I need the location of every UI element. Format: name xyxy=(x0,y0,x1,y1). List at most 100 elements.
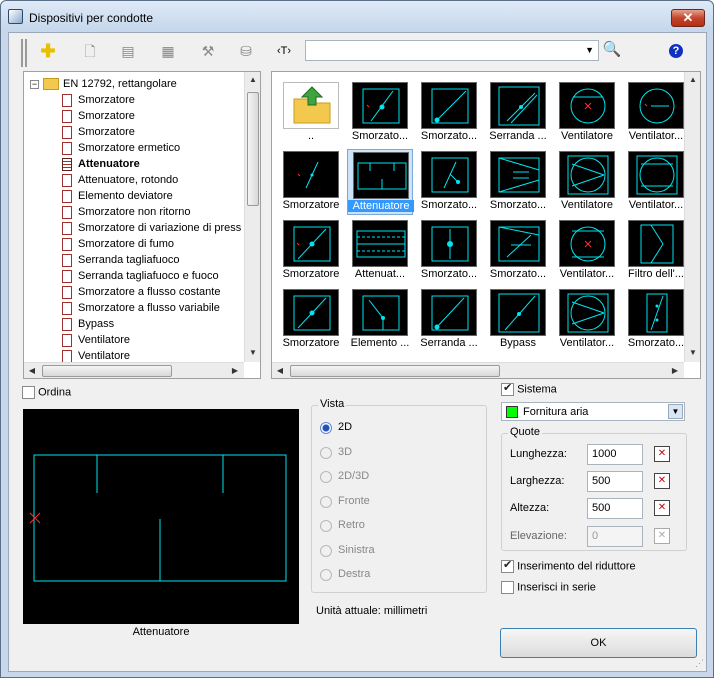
tree-root[interactable]: − EN 12792, rettangolare xyxy=(30,76,177,92)
symbol-cell[interactable]: Serranda ... xyxy=(485,80,551,146)
ok-button[interactable]: OK xyxy=(500,628,697,658)
symbol-cell[interactable]: Ventilator... xyxy=(554,218,620,284)
scroll-right-icon[interactable]: ▶ xyxy=(227,363,243,378)
scroll-up-icon[interactable]: ▲ xyxy=(685,72,700,88)
quote-field-input[interactable]: 500 xyxy=(587,471,643,492)
scroll-down-icon[interactable]: ▼ xyxy=(245,345,260,361)
symbol-cell[interactable]: Smorzato... xyxy=(347,80,413,146)
toolbar-grip[interactable] xyxy=(21,39,27,67)
symbol-cell[interactable]: Ventilator... xyxy=(554,287,620,353)
tree-item[interactable]: Smorzatore xyxy=(62,108,135,124)
scroll-right-icon[interactable]: ▶ xyxy=(667,363,683,378)
tree-horizontal-scrollbar[interactable]: ◀ ▶ xyxy=(24,362,244,378)
quote-field-input[interactable]: 500 xyxy=(587,498,643,519)
inserimento-checkbox[interactable]: Inserimento del riduttore xyxy=(501,558,636,573)
grid-horizontal-scrollbar[interactable]: ◀ ▶ xyxy=(272,362,684,378)
tree-item[interactable]: Serranda tagliafuoco e fuoco xyxy=(62,268,219,284)
symbol-cell[interactable]: Smorzato... xyxy=(416,218,482,284)
text-tool-icon[interactable]: ‹T› xyxy=(273,40,295,62)
symbol-cell[interactable]: Smorzatore xyxy=(278,149,344,215)
vista-radio[interactable] xyxy=(320,520,332,532)
tools-icon[interactable]: ⚒ xyxy=(197,40,219,62)
tree-item[interactable]: Bypass xyxy=(62,316,114,332)
symbol-cell[interactable]: Bypass xyxy=(485,287,551,353)
scroll-down-icon[interactable]: ▼ xyxy=(685,345,700,361)
vista-radio[interactable] xyxy=(320,422,332,434)
symbol-cell[interactable]: Smorzato... xyxy=(416,80,482,146)
help-icon[interactable]: ? xyxy=(669,44,683,58)
symbol-cell[interactable]: Filtro dell'... xyxy=(623,218,689,284)
pick-from-drawing-icon[interactable]: ✕ xyxy=(654,446,670,462)
ordina-checkbox[interactable]: Ordina xyxy=(22,386,71,399)
tree-item[interactable]: Ventilatore xyxy=(62,332,130,348)
list-icon[interactable]: ▦ xyxy=(157,40,179,62)
symbol-cell[interactable]: Smorzato... xyxy=(485,218,551,284)
scroll-thumb[interactable] xyxy=(42,365,172,377)
sistema-select[interactable]: Fornitura aria ▼ xyxy=(501,402,685,421)
preview-canvas xyxy=(23,409,299,624)
sistema-checkbox[interactable]: Sistema xyxy=(501,381,557,396)
vista-radio[interactable] xyxy=(320,495,332,508)
title-bar[interactable]: Dispositivi per condotte ✕ xyxy=(1,1,713,31)
quote-field-input[interactable]: 1000 xyxy=(587,444,643,465)
symbol-cell[interactable]: Smorzato... xyxy=(416,149,482,215)
tree-item-label: Smorzatore xyxy=(78,126,135,138)
new-document-icon[interactable]: 🗋 xyxy=(79,40,101,62)
symbol-cell[interactable]: Ventilator... xyxy=(623,80,689,146)
tree-item[interactable]: Smorzatore xyxy=(62,92,135,108)
chevron-down-icon[interactable]: ▼ xyxy=(585,45,594,55)
vista-radio[interactable] xyxy=(320,544,332,557)
tree-item[interactable]: Smorzatore di variazione di press xyxy=(62,220,241,236)
tree-item[interactable]: Smorzatore ermetico xyxy=(62,140,180,156)
symbol-cell[interactable]: Smorzato... xyxy=(485,149,551,215)
tree-item[interactable]: Attenuatore xyxy=(62,156,140,172)
scroll-left-icon[interactable]: ◀ xyxy=(24,363,40,378)
search-combo[interactable]: ▼ xyxy=(305,40,599,61)
parent-folder-cell[interactable]: .. xyxy=(278,80,344,146)
serie-check[interactable] xyxy=(501,581,514,594)
search-icon[interactable]: 🔍 xyxy=(601,39,623,61)
symbol-cell[interactable]: Elemento ... xyxy=(347,287,413,353)
tree-item[interactable]: Smorzatore non ritorno xyxy=(62,204,191,220)
tree-item[interactable]: Smorzatore di fumo xyxy=(62,236,174,252)
symbol-cell[interactable]: Serranda ... xyxy=(416,287,482,353)
inserimento-check[interactable] xyxy=(501,558,514,573)
symbol-cell[interactable]: Ventilatore xyxy=(554,149,620,215)
symbol-cell[interactable]: Attenuatore xyxy=(347,149,414,215)
chevron-down-icon[interactable]: ▼ xyxy=(668,404,683,419)
ordina-check[interactable] xyxy=(22,386,35,399)
vista-radio[interactable] xyxy=(320,446,332,459)
grid-vertical-scrollbar[interactable]: ▲ ▼ xyxy=(684,72,700,362)
scroll-thumb[interactable] xyxy=(247,92,259,206)
symbol-cell[interactable]: Ventilatore xyxy=(554,80,620,146)
tree-vertical-scrollbar[interactable]: ▲ ▼ xyxy=(244,72,260,362)
sistema-check[interactable] xyxy=(501,381,514,396)
symbol-cell[interactable]: Ventilator... xyxy=(623,149,689,215)
quote-group: Quote Lunghezza: 1000 ✕ Larghezza: 500 ✕ Altez… xyxy=(501,426,687,551)
pick-from-drawing-icon[interactable]: ✕ xyxy=(654,473,670,489)
properties-icon[interactable]: ▤ xyxy=(117,40,139,62)
symbol-cell[interactable]: Smorzato... xyxy=(623,287,689,353)
scroll-left-icon[interactable]: ◀ xyxy=(272,363,288,378)
tree-item[interactable]: Elemento deviatore xyxy=(62,188,173,204)
vista-radio[interactable] xyxy=(320,569,332,581)
tree-item[interactable]: Attenuatore, rotondo xyxy=(62,172,178,188)
tree-item[interactable]: Smorzatore a flusso costante xyxy=(62,284,220,300)
tree-item[interactable]: Serranda tagliafuoco xyxy=(62,252,180,268)
symbol-cell[interactable]: Attenuat... xyxy=(347,218,413,284)
library-icon[interactable]: ⛁ xyxy=(235,40,257,62)
resize-grip-icon[interactable]: ⋰ xyxy=(695,658,704,669)
scroll-up-icon[interactable]: ▲ xyxy=(245,72,260,88)
serie-checkbox[interactable]: Inserisci in serie xyxy=(501,581,596,594)
symbol-cell[interactable]: Smorzatore xyxy=(278,218,344,284)
scroll-thumb[interactable] xyxy=(290,365,500,377)
add-icon[interactable]: ✚ xyxy=(37,40,59,62)
tree-item[interactable]: Smorzatore a flusso variabile xyxy=(62,300,220,316)
dialog-window: Dispositivi per condotte ✕ ✚ 🗋 ▤ ▦ ⚒ ⛁ ‹… xyxy=(0,0,714,678)
symbol-cell[interactable]: Smorzatore xyxy=(278,287,344,353)
close-button[interactable]: ✕ xyxy=(671,9,705,27)
tree-item[interactable]: Ventilatore xyxy=(62,348,130,362)
vista-radio[interactable] xyxy=(320,471,332,483)
tree-item[interactable]: Smorzatore xyxy=(62,124,135,140)
pick-from-drawing-icon[interactable]: ✕ xyxy=(654,500,670,516)
